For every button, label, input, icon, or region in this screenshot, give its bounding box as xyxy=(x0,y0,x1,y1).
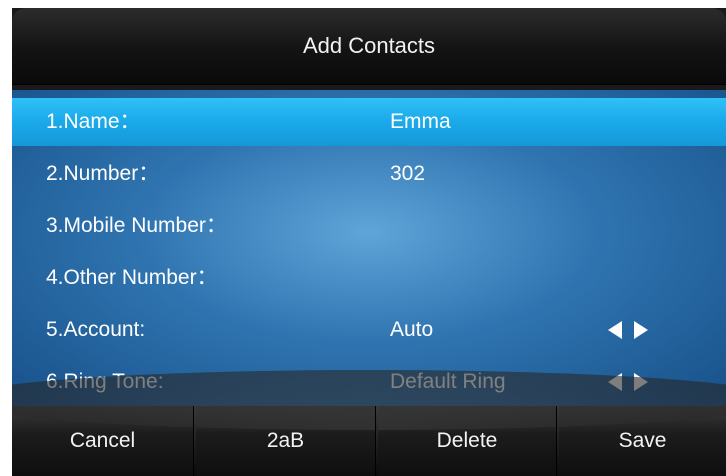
account-select[interactable]: Auto xyxy=(390,306,433,354)
save-button[interactable]: Save xyxy=(559,406,726,476)
triangle-left-icon[interactable] xyxy=(608,321,622,339)
mobile-number-label: 3.Mobile Number： xyxy=(46,214,227,237)
phone-screen: Add Contacts 1.Name： Emma 2.Number： 302 … xyxy=(12,8,726,476)
page-title: Add Contacts xyxy=(302,33,436,58)
other-number-label: 4.Other Number： xyxy=(46,266,218,289)
name-label: 1.Name： xyxy=(46,110,141,133)
form-row-other-number[interactable]: 4.Other Number： xyxy=(12,254,726,302)
name-field[interactable]: Emma xyxy=(390,98,451,146)
account-arrows[interactable] xyxy=(608,321,664,339)
delete-button[interactable]: Delete xyxy=(378,406,556,476)
softkey-bar: Cancel 2aB Delete Save xyxy=(12,370,726,476)
title-bar: Add Contacts xyxy=(12,8,726,85)
input-mode-button[interactable]: 2aB xyxy=(196,406,375,476)
cancel-button[interactable]: Cancel xyxy=(12,406,193,476)
number-label: 2.Number： xyxy=(46,162,160,185)
form-row-account[interactable]: 5.Account: Auto xyxy=(12,306,726,354)
number-field[interactable]: 302 xyxy=(390,150,425,198)
form-row-name[interactable]: 1.Name： Emma xyxy=(12,98,726,146)
form-row-mobile-number[interactable]: 3.Mobile Number： xyxy=(12,202,726,250)
triangle-right-icon[interactable] xyxy=(634,321,648,339)
form-row-number[interactable]: 2.Number： 302 xyxy=(12,150,726,198)
account-label: 5.Account: xyxy=(46,318,146,341)
contact-form: 1.Name： Emma 2.Number： 302 3.Mobile Numb… xyxy=(12,90,726,406)
